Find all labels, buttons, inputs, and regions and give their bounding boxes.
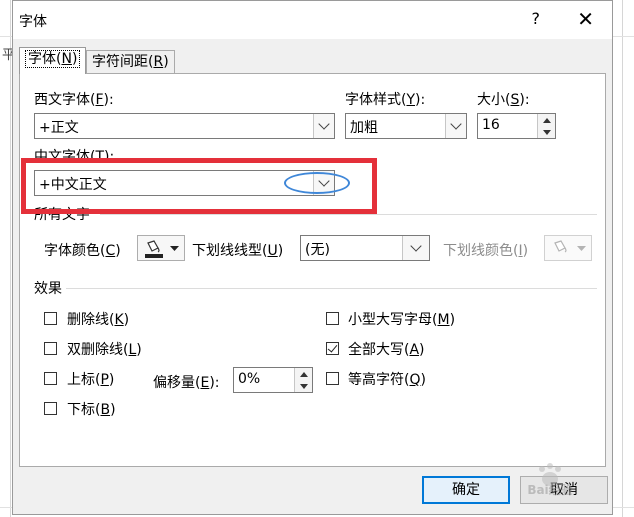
- offset-label: 偏移量(E):: [153, 375, 220, 391]
- font-size-value: 16: [482, 117, 500, 133]
- latin-font-select[interactable]: +正文: [34, 113, 335, 139]
- underline-style-value: (无): [305, 242, 330, 258]
- small-caps-checkbox[interactable]: [326, 312, 339, 325]
- effects-heading: 效果: [34, 281, 62, 297]
- small-caps-label[interactable]: 小型大写字母(M): [348, 309, 455, 329]
- font-size-input[interactable]: 16: [477, 113, 556, 139]
- font-color-label: 字体颜色(C): [44, 243, 121, 259]
- font-style-select[interactable]: 加粗: [345, 113, 467, 139]
- asian-font-select[interactable]: +中文正文: [34, 170, 335, 196]
- chevron-down-icon[interactable]: [445, 114, 466, 138]
- caret-down-icon: [577, 246, 586, 251]
- font-size-label: 大小(S):: [477, 92, 530, 108]
- spin-down-icon[interactable]: [538, 126, 555, 138]
- help-button[interactable]: ?: [532, 9, 541, 28]
- dialog-title: 字体: [19, 14, 47, 30]
- all-caps-checkbox[interactable]: [326, 342, 339, 355]
- chevron-down-icon[interactable]: [313, 114, 334, 138]
- all-text-heading: 所有文字: [34, 207, 90, 223]
- chevron-down-icon[interactable]: [313, 171, 334, 195]
- double-strikethrough-checkbox[interactable]: [44, 342, 57, 355]
- superscript-checkbox[interactable]: [44, 372, 57, 385]
- underline-style-select[interactable]: (无): [300, 235, 430, 261]
- tab-spacing-label: 字符间距(: [92, 54, 154, 70]
- tab-font-label: 字体(: [28, 51, 62, 67]
- equalize-height-checkbox[interactable]: [326, 372, 339, 385]
- font-style-label: 字体样式(Y):: [345, 92, 426, 108]
- offset-value: 0%: [238, 371, 261, 387]
- title-bar: 字体 ? ✕: [13, 1, 612, 39]
- strikethrough-label[interactable]: 删除线(K): [67, 309, 129, 329]
- tab-character-spacing[interactable]: 字符间距(R): [86, 50, 175, 73]
- superscript-label[interactable]: 上标(P): [67, 369, 114, 389]
- all-caps-label[interactable]: 全部大写(A): [348, 339, 425, 359]
- close-button[interactable]: ✕: [577, 7, 594, 31]
- spin-down-icon[interactable]: [295, 380, 312, 392]
- cancel-button[interactable]: 取消: [520, 476, 608, 504]
- equalize-height-label[interactable]: 等高字符(Q): [348, 369, 426, 389]
- font-tab-panel: 西文字体(F): +正文 字体样式(Y): 加粗 大小(S): 16 中文字体(: [19, 73, 606, 467]
- paint-bucket-icon: [554, 240, 567, 253]
- ok-button[interactable]: 确定: [422, 476, 510, 504]
- subscript-checkbox[interactable]: [44, 402, 57, 415]
- font-dialog: 字体 ? ✕ 字体(N) 字符间距(R) 西文字体(F): +正文 字体样式(Y…: [12, 0, 613, 515]
- underline-color-button[interactable]: [544, 235, 592, 261]
- subscript-label[interactable]: 下标(B): [67, 399, 116, 419]
- underline-style-label: 下划线线型(U): [192, 243, 284, 259]
- chevron-down-icon[interactable]: [402, 236, 429, 260]
- latin-font-label: 西文字体(F):: [34, 92, 114, 108]
- asian-font-label: 中文字体(T):: [34, 149, 115, 165]
- asian-font-value: +中文正文: [39, 177, 107, 193]
- divider: [66, 288, 597, 289]
- underline-color-label: 下划线颜色(I): [443, 243, 529, 259]
- strikethrough-checkbox[interactable]: [44, 312, 57, 325]
- divider: [100, 214, 597, 215]
- offset-input[interactable]: 0%: [233, 367, 313, 393]
- tab-font[interactable]: 字体(N): [19, 47, 87, 74]
- latin-font-value: +正文: [39, 120, 79, 136]
- font-style-value: 加粗: [350, 120, 378, 136]
- double-strikethrough-label[interactable]: 双删除线(L): [67, 339, 142, 359]
- font-color-button[interactable]: [137, 235, 185, 261]
- paint-bucket-icon: [145, 240, 163, 258]
- caret-down-icon: [170, 246, 179, 251]
